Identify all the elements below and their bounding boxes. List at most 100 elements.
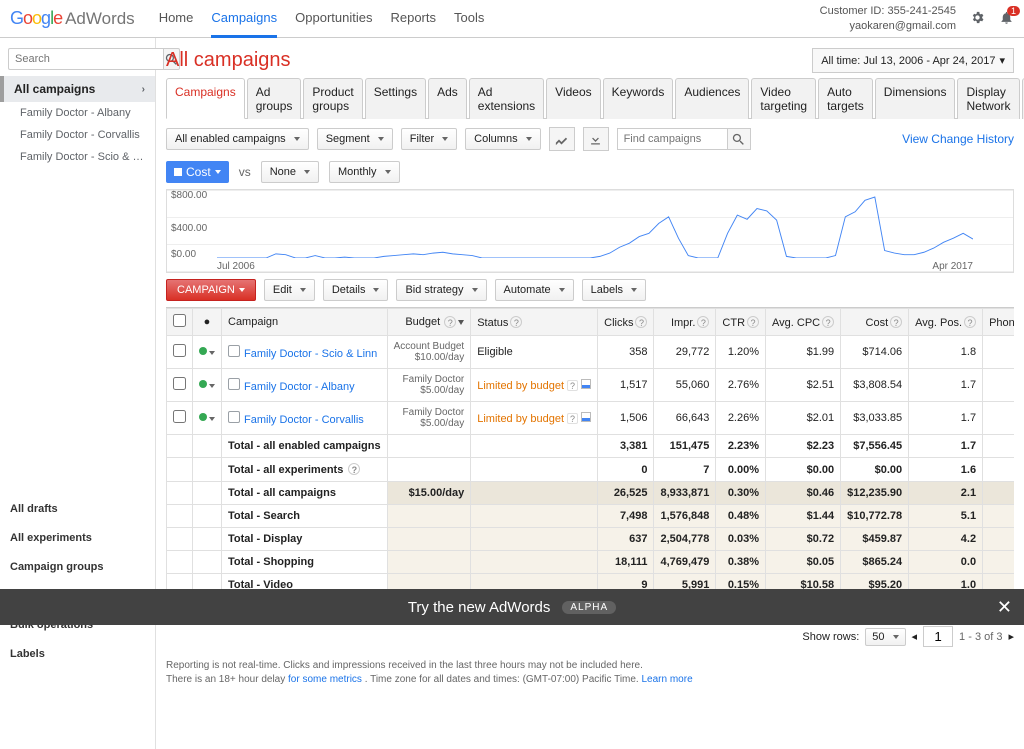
filter-button[interactable]: Filter [401, 128, 457, 150]
help-icon[interactable]: ? [444, 316, 456, 328]
chevron-right-icon: › [142, 84, 145, 95]
col-cost[interactable]: Cost? [841, 309, 909, 336]
sidebar-search-input[interactable] [8, 48, 163, 70]
footnote-line2-mid: . Time zone for all dates and times: (GM… [365, 674, 642, 685]
logo[interactable]: Google AdWords [10, 8, 135, 29]
sidebar-item[interactable]: Family Doctor - Albany [0, 102, 155, 124]
sidebar-item[interactable]: Family Doctor - Corvallis [0, 124, 155, 146]
try-banner[interactable]: Try the new AdWords ALPHA ✕ [0, 589, 1024, 625]
sidebar-campaign-groups[interactable]: Campaign groups [0, 549, 155, 578]
col-impr[interactable]: Impr.? [654, 309, 716, 336]
topnav-campaigns[interactable]: Campaigns [211, 0, 277, 38]
view-change-history-link[interactable]: View Change History [902, 132, 1014, 146]
campaign-link[interactable]: Family Doctor - Corvallis [244, 414, 364, 426]
topnav: Home Campaigns Opportunities Reports Too… [159, 0, 485, 38]
help-icon[interactable]: ? [567, 380, 578, 391]
help-icon[interactable]: ? [635, 316, 647, 328]
select-all-checkbox[interactable] [173, 314, 186, 327]
chart-toggle-button[interactable] [549, 127, 575, 151]
sidebar-drafts[interactable]: All drafts [0, 498, 155, 520]
rows-per-page-select[interactable]: 50 [865, 628, 905, 646]
tab-videos[interactable]: Videos [546, 78, 600, 119]
sidebar-item[interactable]: Family Doctor - Scio & Linn [0, 146, 155, 168]
help-icon[interactable]: ? [567, 413, 578, 424]
row-checkbox[interactable] [173, 377, 186, 390]
date-range-button[interactable]: All time: Jul 13, 2006 - Apr 24, 2017 ▾ [812, 48, 1014, 73]
filter-all-enabled[interactable]: All enabled campaigns [166, 128, 309, 150]
segment-button[interactable]: Segment [317, 128, 393, 150]
pager-next[interactable]: ▸ [1008, 630, 1014, 643]
campaign-link[interactable]: Family Doctor - Albany [244, 381, 355, 393]
col-ctr[interactable]: CTR? [716, 309, 766, 336]
chart-line [217, 192, 973, 258]
col-phone[interactable]: Phone calls? [983, 309, 1014, 336]
find-campaigns-input[interactable] [617, 128, 727, 150]
tab-video-targeting[interactable]: Video targeting [751, 78, 816, 119]
tab-auto-targets[interactable]: Auto targets [818, 78, 873, 119]
status-dropdown[interactable] [207, 379, 215, 391]
help-icon[interactable]: ? [822, 316, 834, 328]
footnote-metrics-link[interactable]: for some metrics [288, 674, 362, 685]
help-icon[interactable]: ? [964, 316, 976, 328]
notifications[interactable]: 1 [999, 10, 1014, 28]
tab-ad-extensions[interactable]: Ad extensions [469, 78, 544, 119]
total-row: Total - all enabled campaigns3,381151,47… [167, 435, 1015, 458]
gear-icon[interactable] [970, 10, 985, 28]
metric-secondary-pill[interactable]: None [261, 161, 319, 183]
pager-prev[interactable]: ◂ [912, 630, 918, 643]
details-button[interactable]: Details [323, 279, 389, 301]
topnav-tools[interactable]: Tools [454, 0, 484, 38]
col-checkbox[interactable] [167, 309, 193, 336]
row-checkbox[interactable] [173, 344, 186, 357]
download-button[interactable] [583, 127, 609, 151]
footnote-learnmore-link[interactable]: Learn more [642, 674, 693, 685]
col-clicks[interactable]: Clicks? [598, 309, 654, 336]
metric-primary-pill[interactable]: Cost [166, 161, 229, 183]
columns-button[interactable]: Columns [465, 128, 540, 150]
status-eligible: Eligible [477, 346, 512, 358]
help-icon[interactable]: ? [890, 316, 902, 328]
col-cpc[interactable]: Avg. CPC? [766, 309, 841, 336]
topbar: Google AdWords Home Campaigns Opportunit… [0, 0, 1024, 38]
status-dropdown[interactable] [207, 412, 215, 424]
topnav-reports[interactable]: Reports [390, 0, 436, 38]
sidebar-labels[interactable]: Labels [0, 636, 155, 665]
pager-page-input[interactable] [923, 626, 953, 647]
help-icon[interactable]: ? [747, 316, 759, 328]
topnav-home[interactable]: Home [159, 0, 194, 38]
tab-settings[interactable]: Settings [365, 78, 426, 119]
status-dropdown[interactable] [207, 346, 215, 358]
col-pos[interactable]: Avg. Pos.? [909, 309, 983, 336]
tab-ad-groups[interactable]: Ad groups [247, 78, 302, 119]
col-status[interactable]: Status? [471, 309, 598, 336]
campaign-link[interactable]: Family Doctor - Scio & Linn [244, 348, 377, 360]
tab-product-groups[interactable]: Product groups [303, 78, 362, 119]
tab-display-network[interactable]: Display Network [957, 78, 1019, 119]
col-budget[interactable]: Budget? [387, 309, 471, 336]
tab-ads[interactable]: Ads [428, 78, 467, 119]
chartlet-icon[interactable] [581, 412, 591, 422]
help-icon[interactable]: ? [697, 316, 709, 328]
tab-dimensions[interactable]: Dimensions [875, 78, 956, 119]
close-icon[interactable]: ✕ [997, 597, 1012, 618]
automate-button[interactable]: Automate [495, 279, 574, 301]
tab-keywords[interactable]: Keywords [603, 78, 674, 119]
bid-strategy-button[interactable]: Bid strategy [396, 279, 486, 301]
row-checkbox[interactable] [173, 410, 186, 423]
col-campaign[interactable]: Campaign [222, 309, 388, 336]
find-campaigns-button[interactable] [727, 128, 751, 150]
tab-audiences[interactable]: Audiences [675, 78, 749, 119]
col-status-dot[interactable]: ● [193, 309, 222, 336]
granularity-dropdown[interactable]: Monthly [329, 161, 400, 183]
tab-campaigns[interactable]: Campaigns [166, 78, 245, 119]
sidebar-all-campaigns[interactable]: All campaigns › [0, 76, 155, 102]
new-campaign-button[interactable]: CAMPAIGN [166, 279, 256, 301]
help-icon[interactable]: ? [510, 316, 522, 328]
help-icon[interactable]: ? [348, 463, 360, 475]
labels-button[interactable]: Labels [582, 279, 646, 301]
edit-button[interactable]: Edit [264, 279, 315, 301]
sidebar-experiments[interactable]: All experiments [0, 520, 155, 549]
topnav-opportunities[interactable]: Opportunities [295, 0, 372, 38]
footnote-line1: Reporting is not real-time. Clicks and i… [166, 659, 1014, 673]
chartlet-icon[interactable] [581, 379, 591, 389]
